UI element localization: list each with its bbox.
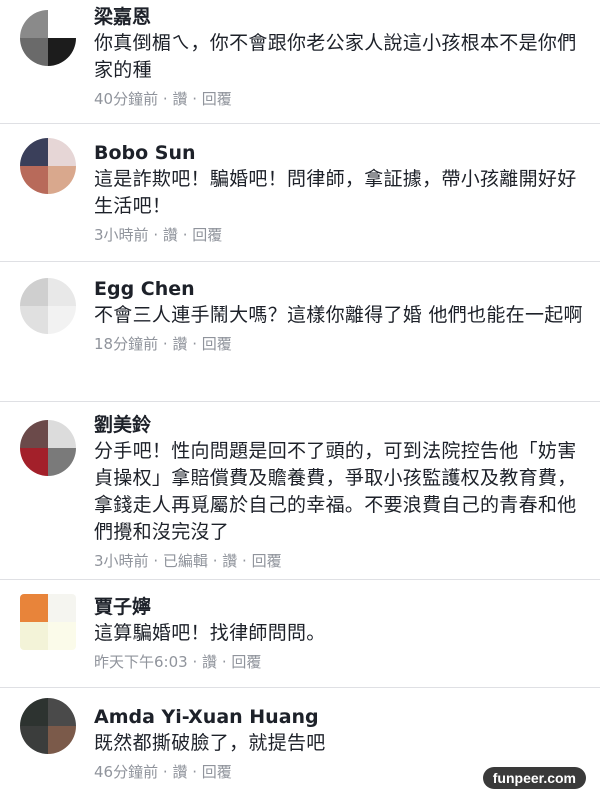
avatar-cell [48,38,76,66]
comment-time[interactable]: 46分鐘前 [94,763,158,781]
comment-item: Egg Chen 不會三人連手鬧大嗎？這樣你離得了婚 他們也能在一起啊 18分鐘… [0,262,600,402]
comment-body: Egg Chen 不會三人連手鬧大嗎？這樣你離得了婚 他們也能在一起啊 18分鐘… [94,276,588,355]
avatar-cell [48,278,76,306]
comment-item: Bobo Sun 這是詐欺吧！騙婚吧！問律師，拿証據，帶小孩離開好好生活吧！ 3… [0,124,600,262]
avatar[interactable] [20,10,76,66]
comment-time[interactable]: 3小時前 [94,226,149,244]
avatar-cell [20,448,48,476]
avatar[interactable] [20,278,76,334]
comment-body: 賈子嬣 這算騙婚吧！找律師問問。 昨天下午6:03 · 讚 · 回覆 [94,594,588,673]
like-link[interactable]: 讚 [222,552,237,570]
separator: · [153,226,159,244]
avatar-cell [48,594,76,622]
commenter-name[interactable]: 賈子嬣 [94,594,588,620]
avatar-cell [48,10,76,38]
watermark: funpeer.com [482,767,586,789]
like-link[interactable]: 讚 [163,226,178,244]
avatar[interactable] [20,138,76,194]
comment-item: 賈子嬣 這算騙婚吧！找律師問問。 昨天下午6:03 · 讚 · 回覆 [0,580,600,688]
commenter-name[interactable]: 梁嘉恩 [94,4,588,30]
avatar-cell [20,420,48,448]
comment-text: 分手吧！性向問題是回不了頭的，可到法院控告他「妨害貞操权」拿賠償費及贍養費，爭取… [94,440,577,543]
comment-meta: 18分鐘前 · 讚 · 回覆 [94,333,588,355]
separator: · [221,653,227,671]
comment-meta: 40分鐘前 · 讚 · 回覆 [94,88,588,110]
comment-body: 劉美鈴 分手吧！性向問題是回不了頭的，可到法院控告他「妨害貞操权」拿賠償費及贍養… [94,412,588,572]
avatar[interactable] [20,420,76,476]
edited-link[interactable]: 已編輯 [163,552,208,570]
avatar-cell [48,138,76,166]
comment-item: 劉美鈴 分手吧！性向問題是回不了頭的，可到法院控告他「妨害貞操权」拿賠償費及贍養… [0,402,600,580]
comment-text: 這算騙婚吧！找律師問問。 [94,622,326,644]
avatar-cell [48,420,76,448]
avatar-cell [20,166,48,194]
comment-time[interactable]: 40分鐘前 [94,90,158,108]
avatar-cell [20,594,48,622]
separator: · [162,90,168,108]
like-link[interactable]: 讚 [172,335,187,353]
comment-time[interactable]: 昨天下午6:03 [94,653,188,671]
separator: · [192,335,198,353]
like-link[interactable]: 讚 [172,763,187,781]
avatar-cell [20,138,48,166]
avatar-cell [20,698,48,726]
reply-link[interactable]: 回覆 [231,653,261,671]
comment-meta: 3小時前 · 讚 · 回覆 [94,224,588,246]
avatar-cell [48,448,76,476]
comment-text: 這是詐欺吧！騙婚吧！問律師，拿証據，帶小孩離開好好生活吧！ [94,168,577,217]
avatar-cell [48,698,76,726]
avatar-cell [48,726,76,754]
comment-time[interactable]: 18分鐘前 [94,335,158,353]
like-link[interactable]: 讚 [202,653,217,671]
comment-text: 既然都撕破臉了，就提告吧 [94,732,326,754]
commenter-name[interactable]: 劉美鈴 [94,412,588,438]
avatar-cell [48,166,76,194]
separator: · [192,763,198,781]
reply-link[interactable]: 回覆 [202,90,232,108]
separator: · [192,653,198,671]
comment-text: 你真倒楣ㄟ，你不會跟你老公家人說這小孩根本不是你們家的種 [94,32,577,81]
avatar[interactable] [20,594,76,650]
comment-text: 不會三人連手鬧大嗎？這樣你離得了婚 他們也能在一起啊 [94,304,583,326]
reply-link[interactable]: 回覆 [252,552,282,570]
separator: · [182,226,188,244]
avatar-cell [20,306,48,334]
separator: · [242,552,247,570]
comment-meta: 昨天下午6:03 · 讚 · 回覆 [94,651,588,673]
commenter-name[interactable]: Amda Yi-Xuan Huang [94,704,588,730]
separator: · [212,552,218,570]
separator: · [162,335,168,353]
avatar-cell [48,622,76,650]
reply-link[interactable]: 回覆 [202,335,232,353]
comment-time[interactable]: 3小時前 [94,552,149,570]
comment-body: Bobo Sun 這是詐欺吧！騙婚吧！問律師，拿証據，帶小孩離開好好生活吧！ 3… [94,140,588,246]
separator: · [153,552,159,570]
separator: · [162,763,168,781]
comment-meta: 3小時前 · 已編輯 · 讚 · 回覆 [94,550,588,572]
comment-item: 梁嘉恩 你真倒楣ㄟ，你不會跟你老公家人說這小孩根本不是你們家的種 40分鐘前 ·… [0,0,600,124]
avatar[interactable] [20,698,76,754]
commenter-name[interactable]: Bobo Sun [94,140,588,166]
avatar-cell [20,278,48,306]
reply-link[interactable]: 回覆 [202,763,232,781]
comment-body: 梁嘉恩 你真倒楣ㄟ，你不會跟你老公家人說這小孩根本不是你們家的種 40分鐘前 ·… [94,4,588,110]
avatar-cell [20,622,48,650]
avatar-cell [20,726,48,754]
reply-link[interactable]: 回覆 [192,226,222,244]
avatar-cell [20,10,48,38]
avatar-cell [48,306,76,334]
commenter-name[interactable]: Egg Chen [94,276,588,302]
separator: · [192,90,198,108]
avatar-cell [20,38,48,66]
like-link[interactable]: 讚 [172,90,187,108]
